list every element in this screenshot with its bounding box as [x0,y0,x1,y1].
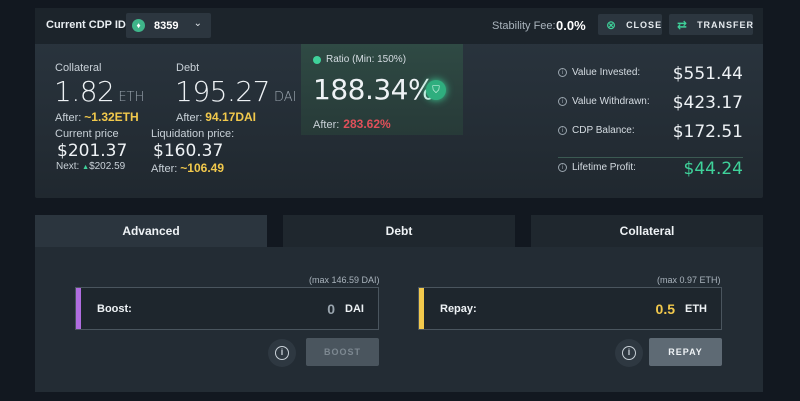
collateral-label: Collateral [55,62,102,74]
after-label: After: [151,163,178,175]
tab-collateral[interactable]: Collateral [531,215,763,247]
repay-info-button[interactable]: i [615,339,643,367]
collateral-unit: ETH [118,90,145,105]
summary-row-invested: i Value Invested: $551.44 [558,64,743,84]
after-label: After: [313,119,340,131]
cdp-id-value: 8359 [154,19,179,32]
repay-max-note: (max 0.97 ETH) [657,275,721,285]
info-icon[interactable]: i [558,97,567,106]
liquidation-price-label: Liquidation price: [151,128,235,140]
cdp-id-label: Current CDP ID: [46,19,130,31]
summary-row-profit: i Lifetime Profit: $44.24 [558,159,743,179]
liquidation-after: After: ~106.49 [151,161,224,175]
repay-color-bar [419,288,424,329]
info-icon[interactable]: i [558,68,567,77]
summary-divider [558,157,743,158]
repay-input[interactable]: Repay: 0.5 ETH [418,287,722,330]
transfer-arrows-icon: ⇄ [677,17,689,32]
transfer-cdp-button[interactable]: ⇄ TRANSFER [669,14,753,35]
current-price-label: Current price [55,128,119,140]
summary-value: $423.17 [672,93,743,113]
boost-unit: DAI [345,302,364,315]
ratio-value: 188.34% [313,73,435,106]
next-label: Next: [56,161,80,172]
after-label: After: [176,112,203,124]
tab-debt[interactable]: Debt [283,215,515,247]
cdp-overview-panel: Current CDP ID: ♦ 8359 ⌄ Stability Fee: … [35,8,763,198]
boost-input[interactable]: Boost: 0 DAI [75,287,379,330]
next-price: Next: ▲$202.59 [56,161,125,172]
chevron-down-icon: ⌄ [193,18,202,29]
collateral-after-value: ~1.32ETH [84,110,139,124]
tab-advanced[interactable]: Advanced [35,215,267,247]
summary-label: Value Invested: [572,67,641,78]
boost-max-note: (max 146.59 DAI) [309,275,380,285]
ratio-label: Ratio (Min: 150%) [313,54,406,65]
info-icon[interactable]: i [558,163,567,172]
advanced-panel: (max 146.59 DAI) Boost: 0 DAI i BOOST (m… [35,247,763,392]
summary-row-withdrawn: i Value Withdrawn: $423.17 [558,93,743,113]
repay-unit: ETH [685,302,707,315]
liquidation-price-value: $160.37 [153,141,224,161]
repay-button[interactable]: REPAY [649,338,722,366]
status-dot-icon [313,55,321,64]
summary-label: CDP Balance: [572,125,635,136]
summary-value: $551.44 [672,64,743,84]
after-label: After: [55,112,82,124]
debt-amount: 195.27 [175,75,270,108]
collateral-after: After: ~1.32ETH [55,110,139,124]
summary-label: Value Withdrawn: [572,96,650,107]
cdp-header-bar: Current CDP ID: ♦ 8359 ⌄ Stability Fee: … [35,8,763,44]
boost-info-button[interactable]: i [268,339,296,367]
close-label: CLOSE [626,19,663,30]
repay-label: Repay: [440,302,477,315]
debt-after: After: 94.17DAI [176,110,256,124]
liquidation-after-value: ~106.49 [180,161,225,175]
boost-color-bar [76,288,81,329]
summary-label: Lifetime Profit: [572,162,636,173]
info-icon[interactable]: i [558,126,567,135]
boost-label: Boost: [97,302,132,315]
cdp-id-select[interactable]: ♦ 8359 ⌄ [126,13,211,38]
stability-fee-label: Stability Fee: [492,20,556,32]
debt-unit: DAI [273,90,297,105]
info-icon: i [275,346,289,360]
ratio-label-text: Ratio (Min: 150%) [326,54,407,65]
profit-value: $44.24 [683,159,743,179]
ratio-box: Ratio (Min: 150%) 188.34% ⛉ After: 283.62… [301,44,463,135]
repay-value[interactable]: 0.5 [656,301,675,317]
summary-row-balance: i CDP Balance: $172.51 [558,122,743,142]
shield-icon: ⛉ [426,80,446,100]
stability-fee-value: 0.0% [556,18,586,33]
boost-button[interactable]: BOOST [306,338,379,366]
collateral-amount: 1.82 [54,75,115,108]
transfer-label: TRANSFER [697,19,755,30]
ratio-after: After: 283.62% [313,117,391,131]
eth-icon: ♦ [132,19,145,32]
info-icon: i [622,346,636,360]
close-cdp-button[interactable]: ⊗ CLOSE [598,14,662,35]
next-price-value: $202.59 [89,161,126,172]
debt-label: Debt [176,62,200,74]
summary-value: $172.51 [672,122,743,142]
debt-value: 195.27 DAI [175,75,297,108]
collateral-value: 1.82 ETH [54,75,144,108]
boost-value[interactable]: 0 [327,301,335,317]
ratio-after-value: 283.62% [343,117,391,131]
close-circle-icon: ⊗ [606,17,618,32]
current-price-value: $201.37 [57,141,128,161]
debt-after-value: 94.17DAI [205,110,256,124]
